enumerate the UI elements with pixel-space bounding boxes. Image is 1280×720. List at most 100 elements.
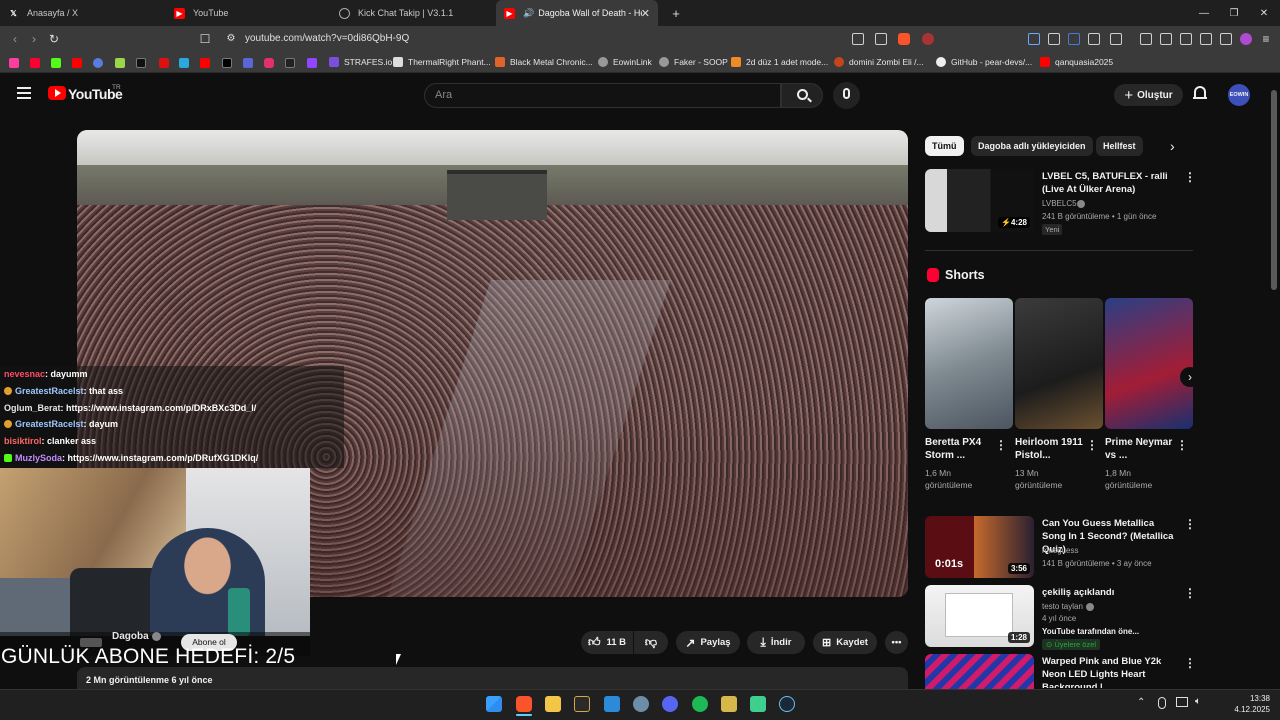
media-icon[interactable] (1140, 33, 1152, 45)
extensions-puzzle-icon[interactable] (1110, 33, 1122, 45)
bookmark-favicon-icon[interactable] (243, 58, 253, 68)
chip-all[interactable]: Tümü (925, 136, 964, 156)
chevron-right-icon[interactable]: › (1170, 138, 1175, 154)
short-thumbnail[interactable] (1105, 298, 1193, 429)
windows-start-icon[interactable] (486, 696, 502, 712)
bookmark-favicon-icon[interactable] (159, 58, 169, 68)
bookmark-favicon-icon[interactable] (179, 58, 189, 68)
bookmark-thermalright[interactable]: ThermalRight Phant... (393, 57, 491, 67)
wallet-icon[interactable] (1180, 33, 1192, 45)
cast-icon[interactable] (852, 33, 864, 45)
create-button[interactable]: + Oluştur (1114, 84, 1183, 106)
app-icon[interactable] (750, 696, 766, 712)
bookmark-favicon-icon[interactable] (93, 58, 103, 68)
short-thumbnail[interactable] (1015, 298, 1103, 429)
new-tab-button[interactable]: + (660, 0, 692, 26)
spotify-icon[interactable] (692, 696, 708, 712)
extension-icon[interactable] (1048, 33, 1060, 45)
share-button[interactable]: ↗ Paylaş (676, 631, 740, 654)
forward-icon[interactable]: › (26, 31, 42, 47)
extension-icon[interactable] (1088, 33, 1100, 45)
vpn-icon[interactable] (1220, 33, 1232, 45)
bookmark-github[interactable]: GitHub - pear-devs/... (936, 57, 1032, 67)
short-title[interactable]: Heirloom 1911 Pistol... (1015, 436, 1083, 462)
related-video-title[interactable]: LVBEL C5, BATUFLEX - ralli (Live At Ülke… (1042, 170, 1174, 196)
file-explorer-icon[interactable] (545, 696, 561, 712)
brave-rewards-icon[interactable] (922, 33, 934, 45)
related-video-thumbnail[interactable]: ⚡4:28 (925, 169, 1034, 232)
instagram-icon[interactable] (264, 58, 274, 68)
reload-icon[interactable]: ↻ (46, 31, 62, 47)
bookmark-faker[interactable]: Faker - SOOP (659, 57, 728, 67)
more-vertical-icon[interactable]: ⋮ (1184, 170, 1196, 184)
related-video-thumbnail[interactable] (925, 654, 1034, 689)
dislike-button[interactable]: 👎︎ (634, 631, 668, 654)
menu-icon[interactable]: ≡ (1258, 31, 1274, 47)
related-video-thumbnail[interactable]: 1:28 (925, 585, 1034, 647)
more-vertical-icon[interactable]: ⋮ (1184, 656, 1196, 670)
tab-x-home[interactable]: 𝕏 Anasayfa / X (0, 0, 165, 26)
app-icon[interactable] (721, 696, 737, 712)
x-logo-icon[interactable] (222, 58, 232, 68)
app-icon[interactable] (574, 696, 590, 712)
url-field[interactable]: youtube.com/watch?v=0di86QbH-9Q (245, 33, 409, 44)
hamburger-menu-icon[interactable] (17, 87, 31, 99)
bookmark-eowinlink[interactable]: EowinLink (598, 57, 652, 67)
search-input[interactable]: Ara (424, 83, 781, 108)
bookmark-favicon-icon[interactable] (115, 58, 125, 68)
discord-icon[interactable] (662, 696, 678, 712)
related-video-thumbnail[interactable]: 0:01s 3:56 (925, 516, 1034, 578)
tab-dagoba-video[interactable]: ▶ 🔊 Dagoba Wall of Death - Hellf ✕ (496, 0, 658, 26)
more-vertical-icon[interactable]: ⋮ (995, 438, 1007, 452)
network-icon[interactable] (1176, 697, 1188, 707)
site-info-icon[interactable]: ⚙ (223, 31, 239, 47)
youtube-logo-icon[interactable] (200, 58, 210, 68)
youtube-logo-icon[interactable] (48, 86, 66, 100)
tab-youtube[interactable]: ▶ YouTube (166, 0, 331, 26)
voice-search-button[interactable] (833, 82, 860, 109)
bookmark-favicon-icon[interactable] (285, 58, 295, 68)
sidebar-icon[interactable] (1160, 33, 1172, 45)
more-actions-button[interactable]: ••• (885, 631, 908, 654)
chip-hellfest[interactable]: Hellfest (1096, 136, 1143, 156)
short-title[interactable]: Beretta PX4 Storm ... (925, 436, 993, 462)
microphone-icon[interactable] (1158, 697, 1166, 709)
back-icon[interactable]: ‹ (7, 31, 23, 47)
close-tab-icon[interactable]: ✕ (641, 7, 650, 20)
related-video-channel[interactable]: LVBELC5 (1042, 198, 1077, 210)
steam-icon[interactable] (779, 696, 795, 712)
related-video-channel[interactable]: musguess (1042, 545, 1078, 557)
tiktok-icon[interactable] (136, 58, 146, 68)
search-button[interactable] (781, 83, 823, 108)
tray-chevron-icon[interactable]: ⌃ (1137, 697, 1145, 708)
kick-icon[interactable] (51, 58, 61, 68)
download-button[interactable]: ⤓ İndir (747, 631, 805, 654)
bookmark-favicon-icon[interactable] (30, 58, 40, 68)
bookmark-qanquasia[interactable]: qanquasia2025 (1040, 57, 1113, 67)
shorts-next-chevron-icon[interactable]: › (1180, 367, 1200, 387)
leo-icon[interactable] (1200, 33, 1212, 45)
bookmark-2d[interactable]: 2d düz 1 adet mode... (731, 57, 828, 67)
bookmark-domini[interactable]: domini Zombi Eli /... (834, 57, 924, 67)
more-vertical-icon[interactable]: ⋮ (1184, 517, 1196, 531)
save-button[interactable]: ⊞ Kaydet (813, 631, 877, 654)
app-icon[interactable] (633, 696, 649, 712)
related-video-channel[interactable]: testo taylan (1042, 601, 1083, 613)
related-video-title[interactable]: çekiliş açıklandı (1042, 586, 1177, 599)
chip-from-uploader[interactable]: Dagoba adlı yükleyiciden (971, 136, 1093, 156)
like-button[interactable]: 👍︎ 11 B (581, 631, 633, 654)
more-vertical-icon[interactable]: ⋮ (1184, 586, 1196, 600)
extension-icon[interactable] (1028, 33, 1040, 45)
short-thumbnail[interactable] (925, 298, 1013, 429)
scrollbar-thumb[interactable] (1271, 90, 1277, 290)
short-title[interactable]: Prime Neymar vs ... (1105, 436, 1173, 462)
channel-name[interactable]: Dagoba (112, 631, 149, 642)
profile-icon[interactable] (1240, 33, 1252, 45)
brave-shield-icon[interactable] (898, 33, 910, 45)
bookmark-strafes[interactable]: STRAFES.io (329, 57, 392, 67)
system-clock[interactable]: 13:38 4.12.2025 (1210, 693, 1270, 715)
volume-icon[interactable]: 🔈︎ (1195, 696, 1201, 707)
tab-kick-chat[interactable]: Kick Chat Takip | V3.1.1 (331, 0, 496, 26)
share-icon[interactable] (875, 33, 887, 45)
more-vertical-icon[interactable]: ⋮ (1086, 438, 1098, 452)
